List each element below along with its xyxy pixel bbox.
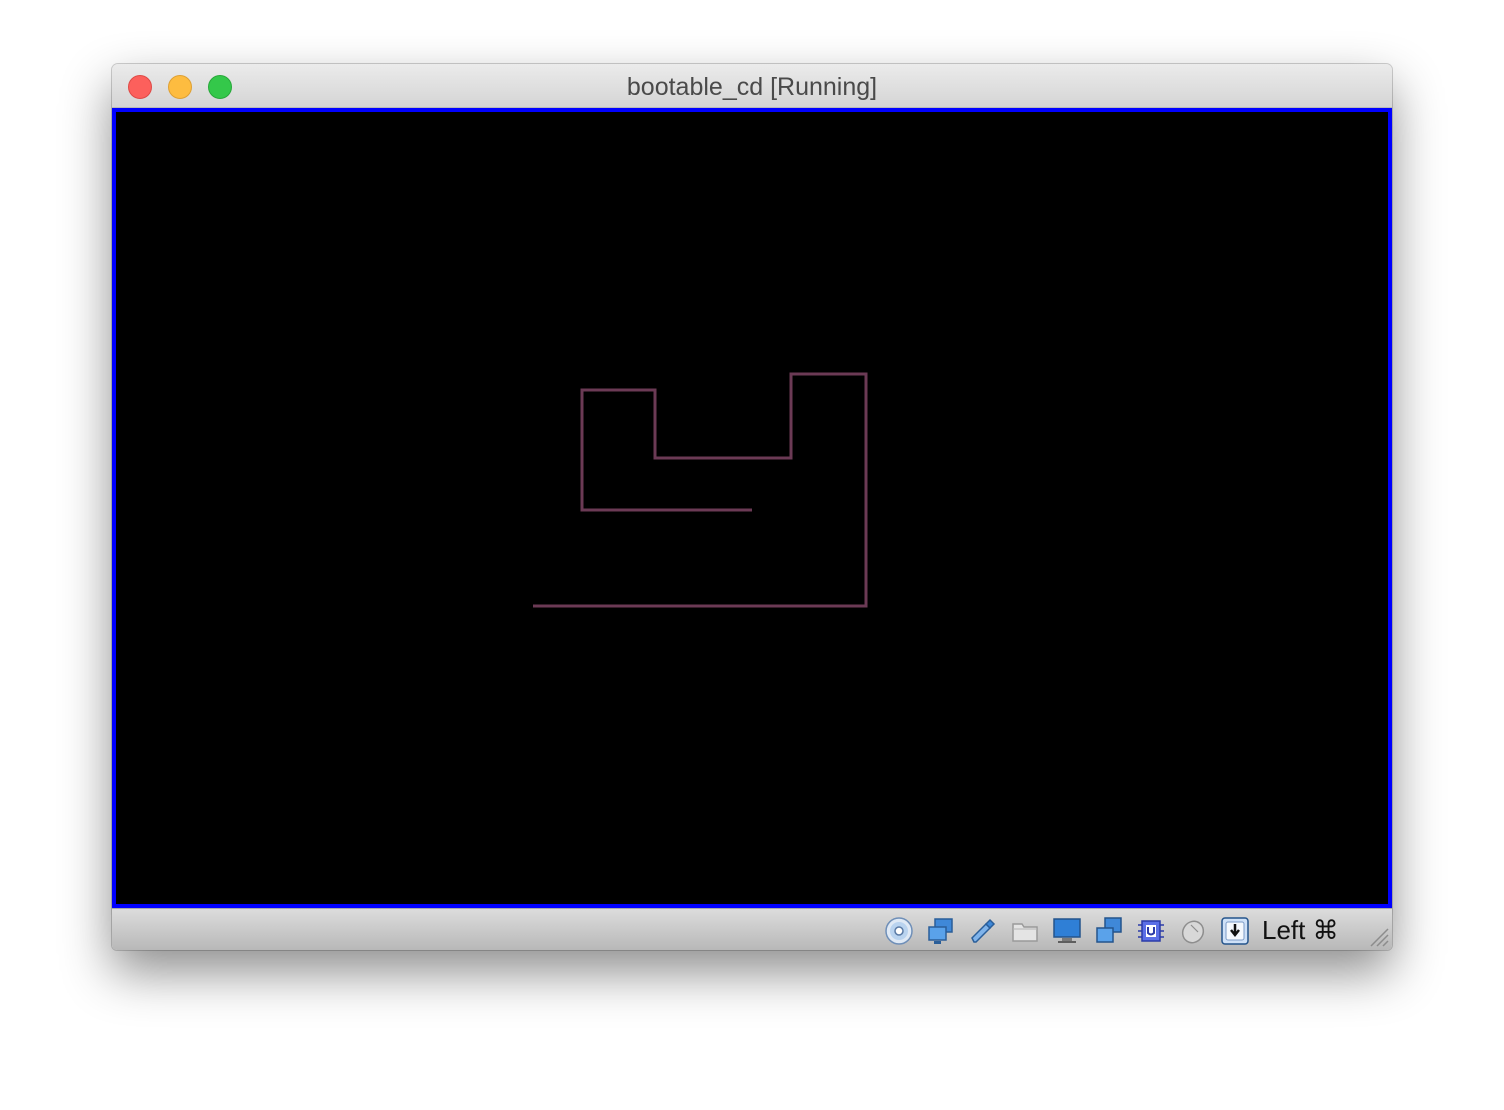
display-icon[interactable]	[1052, 916, 1082, 946]
host-key-label: Left ⌘	[1262, 915, 1339, 945]
maze-line-inner	[533, 372, 868, 608]
window-title: bootable_cd [Running]	[626, 73, 878, 101]
mouse-integration-icon[interactable]	[1178, 916, 1208, 946]
status-bar: Left ⌘	[112, 908, 1392, 950]
vm-drawing	[533, 372, 868, 608]
keyboard-capture-icon[interactable]	[1220, 916, 1250, 946]
video-capture-icon[interactable]	[1094, 916, 1124, 946]
vm-display[interactable]	[112, 108, 1392, 908]
shared-folders-icon[interactable]	[1010, 916, 1040, 946]
resize-grip-icon[interactable]	[1367, 925, 1389, 947]
usb-icon[interactable]	[968, 916, 998, 946]
vm-window: bootable_cd [Running] Left ⌘	[112, 64, 1392, 950]
title-bar[interactable]: bootable_cd [Running]	[112, 64, 1392, 108]
network-icon[interactable]	[926, 916, 956, 946]
optical-disk-icon[interactable]	[884, 916, 914, 946]
cpu-virtualization-icon[interactable]	[1136, 916, 1166, 946]
